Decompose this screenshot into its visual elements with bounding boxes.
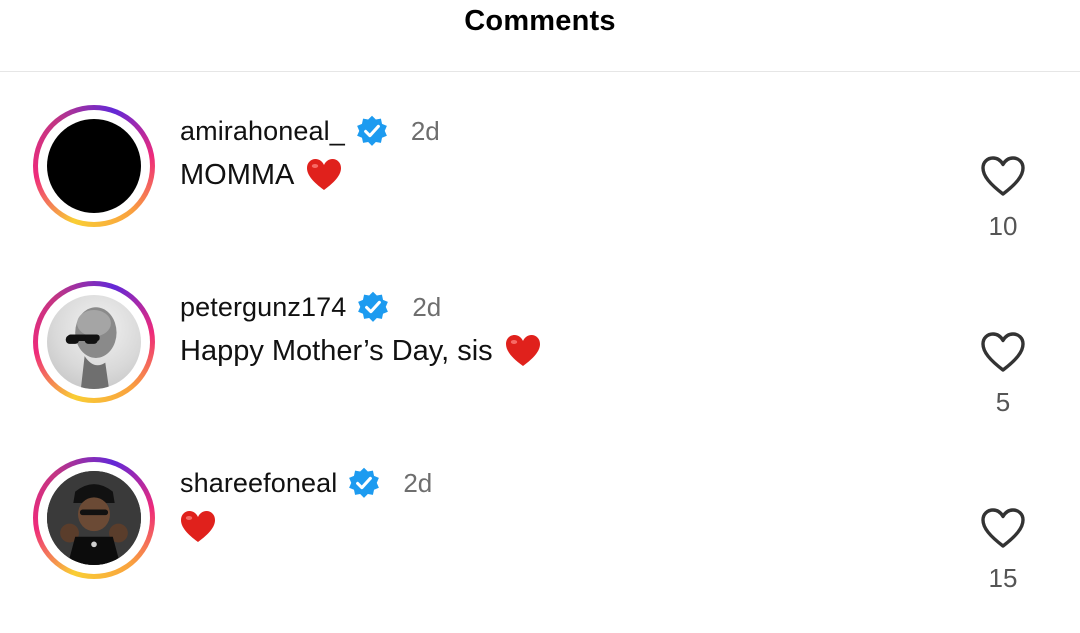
profile-photo [47,471,141,565]
comment-text: Happy Mother’s Day, sis [180,334,541,368]
person-silhouette-icon [65,307,117,389]
like-count: 5 [995,387,1011,417]
avatar[interactable] [33,105,155,227]
like-button[interactable] [978,505,1028,551]
comment-item: amirahoneal_ 2d MOMMA 10 [0,105,1080,281]
red-heart-emoji-icon [181,511,215,542]
heart-outline-icon [981,332,1025,372]
comment-text [180,510,216,544]
red-heart-emoji-icon [307,159,342,190]
comment-item: petergunz174 2d Happy Mother’s Day, sis … [0,281,1080,457]
like-count: 10 [988,211,1018,241]
person-silhouette-icon [47,471,141,565]
verified-badge-icon [349,467,380,498]
avatar[interactable] [33,457,155,579]
like-button[interactable] [978,329,1028,375]
comment-username[interactable]: shareefoneal [180,468,337,499]
verified-badge-icon [356,115,387,146]
comment-timestamp: 2d [403,467,433,498]
comment-timestamp: 2d [410,115,440,146]
profile-photo [47,119,141,213]
verified-badge-icon [358,291,389,322]
heart-outline-icon [981,156,1025,196]
comment-item: shareefoneal 2d 15 [0,457,1080,633]
red-heart-emoji-icon [505,335,540,366]
like-button[interactable] [978,153,1028,199]
page-title: Comments [464,5,616,37]
comment-body: MOMMA [180,158,295,191]
comment-username[interactable]: amirahoneal_ [180,116,345,147]
like-count: 15 [988,563,1018,593]
comment-username[interactable]: petergunz174 [180,292,346,323]
avatar[interactable] [33,281,155,403]
profile-photo [47,295,141,389]
comment-timestamp: 2d [412,291,442,322]
comment-text: MOMMA [180,158,342,192]
heart-outline-icon [981,508,1025,548]
comments-header: Comments [0,0,1080,72]
comment-body: Happy Mother’s Day, sis [180,334,493,367]
